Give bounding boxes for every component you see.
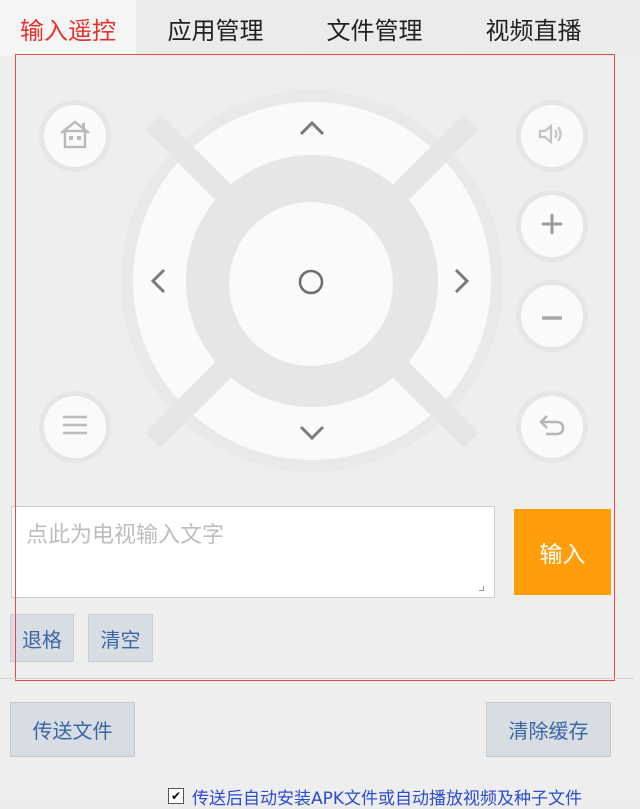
chevron-up-icon <box>299 120 325 140</box>
minus-icon <box>540 307 564 326</box>
tab-file-management[interactable]: 文件管理 <box>307 0 442 56</box>
speaker-icon <box>537 122 567 150</box>
home-button[interactable] <box>39 100 111 172</box>
ok-circle-icon <box>297 268 325 300</box>
back-arrow-icon <box>537 412 567 442</box>
tab-bar: 输入遥控 应用管理 文件管理 视频直播 <box>0 0 640 56</box>
clear-button[interactable]: 清空 <box>88 614 153 662</box>
send-text-button[interactable]: 输入 <box>514 509 611 595</box>
dpad-up-button[interactable] <box>282 100 342 160</box>
menu-icon <box>61 413 89 441</box>
chevron-down-icon <box>299 425 325 445</box>
plus-icon <box>540 212 564 240</box>
dpad-down-button[interactable] <box>282 405 342 465</box>
resize-handle[interactable] <box>479 586 484 591</box>
dpad-left-button[interactable] <box>128 253 188 313</box>
send-file-button[interactable]: 传送文件 <box>10 702 135 757</box>
chevron-right-icon <box>454 268 470 298</box>
tab-input-remote[interactable]: 输入遥控 <box>0 0 136 56</box>
mute-button[interactable] <box>516 100 588 172</box>
home-icon <box>58 119 92 153</box>
backspace-button[interactable]: 退格 <box>10 614 74 662</box>
auto-install-option: ✔ 传送后自动安装APK文件或自动播放视频及种子文件 <box>168 784 582 809</box>
divider <box>0 678 634 679</box>
menu-button[interactable] <box>39 391 111 463</box>
clear-cache-button[interactable]: 清除缓存 <box>486 702 611 757</box>
tv-text-input[interactable]: 点此为电视输入文字 <box>11 506 495 598</box>
tab-live-video[interactable]: 视频直播 <box>466 0 601 56</box>
volume-up-button[interactable] <box>516 190 588 262</box>
volume-down-button[interactable] <box>516 280 588 352</box>
dpad-right-button[interactable] <box>432 253 492 313</box>
tab-app-management[interactable]: 应用管理 <box>148 0 283 56</box>
dpad-ok-button[interactable] <box>229 202 393 366</box>
back-button[interactable] <box>516 391 588 463</box>
chevron-left-icon <box>150 268 166 298</box>
tv-text-input-placeholder: 点此为电视输入文字 <box>26 523 225 548</box>
auto-install-label[interactable]: 传送后自动安装APK文件或自动播放视频及种子文件 <box>192 784 582 809</box>
